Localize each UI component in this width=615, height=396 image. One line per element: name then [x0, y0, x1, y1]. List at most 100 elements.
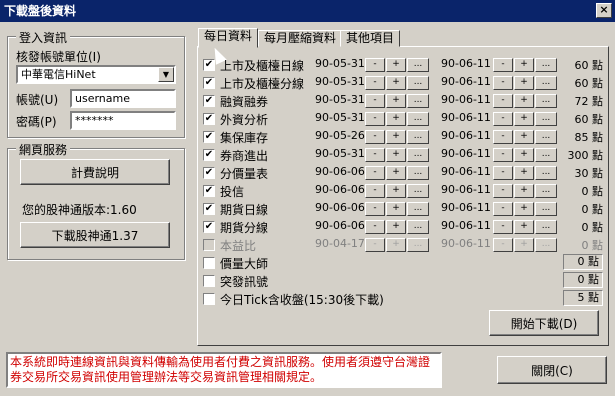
- start-picker-button[interactable]: ...: [407, 76, 429, 90]
- row-checkbox[interactable]: [203, 257, 215, 269]
- row-points: 0 點: [581, 203, 604, 216]
- end-increment-button[interactable]: +: [514, 166, 534, 180]
- row-checkbox[interactable]: ✔: [203, 113, 215, 125]
- start-decrement-button[interactable]: -: [365, 76, 385, 90]
- row-checkbox[interactable]: ✔: [203, 59, 215, 71]
- end-decrement-button[interactable]: -: [493, 76, 513, 90]
- billing-info-button[interactable]: 計費說明: [20, 159, 170, 185]
- end-picker-button[interactable]: ...: [535, 184, 557, 198]
- chevron-down-icon[interactable]: ▼: [158, 67, 174, 82]
- download-app-button[interactable]: 下載股神通1.37: [20, 222, 170, 248]
- notice-message: 本系統即時連線資訊與資料傳輸為使用者付費之資訊服務。使用者須遵守台灣證券交易所交…: [6, 352, 442, 388]
- start-decrement-button: -: [365, 238, 385, 252]
- row-checkbox[interactable]: ✔: [203, 185, 215, 197]
- tab-daily[interactable]: 每日資料: [198, 28, 259, 48]
- start-picker-button[interactable]: ...: [407, 166, 429, 180]
- end-decrement-button[interactable]: -: [493, 166, 513, 180]
- end-picker-button[interactable]: ...: [535, 94, 557, 108]
- end-decrement-button[interactable]: -: [493, 202, 513, 216]
- row-checkbox[interactable]: ✔: [203, 95, 215, 107]
- end-increment-button[interactable]: +: [514, 184, 534, 198]
- end-increment-button[interactable]: +: [514, 148, 534, 162]
- start-increment-button[interactable]: +: [386, 112, 406, 126]
- row-label: 集保庫存: [220, 131, 269, 145]
- start-picker-button[interactable]: ...: [407, 130, 429, 144]
- row-checkbox[interactable]: ✔: [203, 131, 215, 143]
- start-decrement-button[interactable]: -: [365, 220, 385, 234]
- start-download-button[interactable]: 開始下載(D): [489, 310, 599, 336]
- end-increment-button[interactable]: +: [514, 130, 534, 144]
- end-picker-button[interactable]: ...: [535, 166, 557, 180]
- start-increment-button[interactable]: +: [386, 148, 406, 162]
- start-decrement-button[interactable]: -: [365, 166, 385, 180]
- end-increment-button[interactable]: +: [514, 220, 534, 234]
- start-picker-button[interactable]: ...: [407, 112, 429, 126]
- start-decrement-button[interactable]: -: [365, 148, 385, 162]
- end-picker-button[interactable]: ...: [535, 220, 557, 234]
- end-increment-button[interactable]: +: [514, 112, 534, 126]
- start-increment-button[interactable]: +: [386, 166, 406, 180]
- end-picker-button[interactable]: ...: [535, 202, 557, 216]
- start-increment-button[interactable]: +: [386, 94, 406, 108]
- end-decrement-button[interactable]: -: [493, 112, 513, 126]
- table-row: ✔ 融資融券 90-05-31- +... 90-06-11- +... 72 點: [203, 92, 603, 110]
- start-increment-button[interactable]: +: [386, 130, 406, 144]
- start-decrement-button[interactable]: -: [365, 58, 385, 72]
- start-picker-button: ...: [407, 238, 429, 252]
- row-checkbox[interactable]: ✔: [203, 149, 215, 161]
- start-decrement-button[interactable]: -: [365, 112, 385, 126]
- provider-select[interactable]: 中華電信HiNet ▼: [16, 65, 176, 84]
- start-increment-button[interactable]: +: [386, 220, 406, 234]
- tab-monthly[interactable]: 每月壓縮資料: [258, 30, 343, 47]
- row-checkbox[interactable]: ✔: [203, 77, 215, 89]
- end-increment-button[interactable]: +: [514, 76, 534, 90]
- row-label: 價量大師: [220, 257, 269, 271]
- end-picker-button[interactable]: ...: [535, 148, 557, 162]
- row-checkbox[interactable]: [203, 275, 215, 287]
- end-decrement-button[interactable]: -: [493, 184, 513, 198]
- row-points: 0 點: [563, 272, 603, 288]
- table-row: ✔ 分價量表 90-06-06- +... 90-06-11- +... 30 點: [203, 164, 603, 182]
- end-increment-button[interactable]: +: [514, 202, 534, 216]
- end-decrement-button[interactable]: -: [493, 94, 513, 108]
- tab-other[interactable]: 其他項目: [340, 30, 401, 47]
- start-picker-button[interactable]: ...: [407, 148, 429, 162]
- end-picker-button[interactable]: ...: [535, 58, 557, 72]
- end-picker-button[interactable]: ...: [535, 76, 557, 90]
- start-picker-button[interactable]: ...: [407, 220, 429, 234]
- start-date: 90-05-31: [315, 57, 365, 70]
- row-label: 外資分析: [220, 113, 269, 127]
- row-checkbox[interactable]: ✔: [203, 167, 215, 179]
- row-label: 今日Tick含收盤(15:30後下載): [220, 293, 384, 307]
- start-increment-button[interactable]: +: [386, 58, 406, 72]
- end-decrement-button[interactable]: -: [493, 58, 513, 72]
- start-picker-button[interactable]: ...: [407, 94, 429, 108]
- start-decrement-button[interactable]: -: [365, 184, 385, 198]
- end-decrement-button[interactable]: -: [493, 130, 513, 144]
- start-picker-button[interactable]: ...: [407, 202, 429, 216]
- start-picker-button[interactable]: ...: [407, 58, 429, 72]
- start-increment-button[interactable]: +: [386, 202, 406, 216]
- end-increment-button: +: [514, 238, 534, 252]
- row-label: 上市及櫃檯日線: [220, 59, 305, 73]
- row-checkbox[interactable]: ✔: [203, 221, 215, 233]
- end-increment-button[interactable]: +: [514, 94, 534, 108]
- start-increment-button[interactable]: +: [386, 76, 406, 90]
- row-checkbox[interactable]: [203, 293, 215, 305]
- end-decrement-button[interactable]: -: [493, 220, 513, 234]
- close-button[interactable]: 關閉(C): [497, 356, 607, 384]
- close-window-button[interactable]: ×: [596, 3, 612, 18]
- end-increment-button[interactable]: +: [514, 58, 534, 72]
- end-picker-button[interactable]: ...: [535, 130, 557, 144]
- row-checkbox[interactable]: ✔: [203, 203, 215, 215]
- start-decrement-button[interactable]: -: [365, 94, 385, 108]
- account-field[interactable]: username: [70, 89, 176, 108]
- end-date: 90-06-11: [441, 75, 491, 88]
- end-decrement-button[interactable]: -: [493, 148, 513, 162]
- start-increment-button[interactable]: +: [386, 184, 406, 198]
- end-picker-button[interactable]: ...: [535, 112, 557, 126]
- start-picker-button[interactable]: ...: [407, 184, 429, 198]
- password-field[interactable]: *******: [70, 111, 176, 130]
- start-decrement-button[interactable]: -: [365, 130, 385, 144]
- start-decrement-button[interactable]: -: [365, 202, 385, 216]
